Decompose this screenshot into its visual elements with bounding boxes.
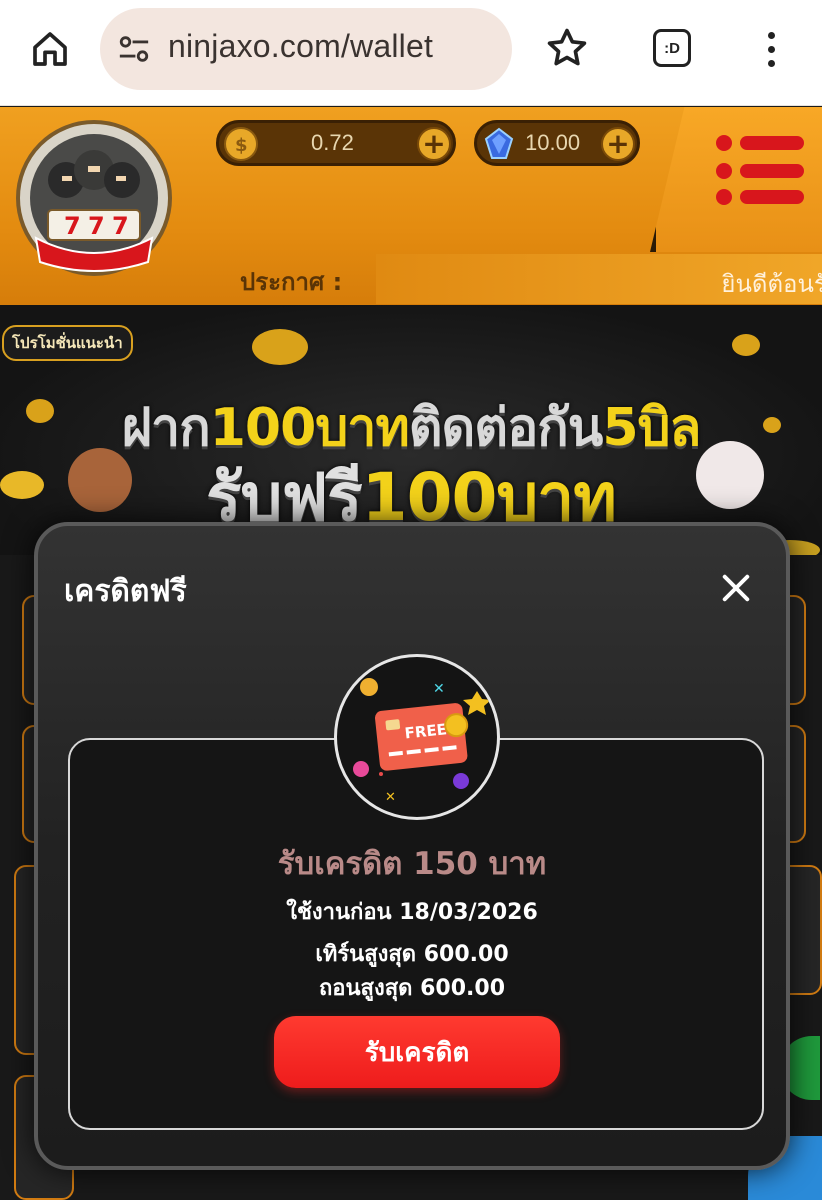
modal-title: เครดิตฟรี — [64, 574, 187, 609]
page: ninjaxo.com/wallet :D 7 7 7 $ 0.72 + 10.… — [0, 0, 822, 1200]
bookmark-button[interactable] — [540, 20, 594, 76]
home-icon — [33, 32, 67, 66]
coin-balance-pill: $ 0.72 + — [216, 120, 456, 166]
close-icon — [722, 574, 750, 602]
svg-text:7: 7 — [112, 212, 129, 240]
promo-tag: โปรโมชั่นแนะนำ — [2, 325, 133, 361]
free-card-icon: ✕ ✕ FREE — [353, 678, 491, 805]
free-credit-modal: เครดิตฟรี ✕ ✕ FREE รับเครดิต 150 บาท ใช้… — [34, 522, 790, 1170]
svg-text:7: 7 — [88, 212, 105, 240]
menu-icon[interactable] — [716, 134, 806, 206]
ninja-slot-logo[interactable]: 7 7 7 — [14, 118, 174, 278]
svg-text:7: 7 — [64, 212, 81, 240]
announcement-text: ยินดีต้อนรับ — [721, 270, 822, 298]
url-text[interactable]: ninjaxo.com/wallet — [168, 28, 433, 65]
plus-icon: + — [606, 127, 630, 160]
svg-text:✕: ✕ — [433, 681, 445, 697]
announcement-label: ประกาศ : — [240, 268, 343, 296]
gem-balance-pill: 10.00 + — [474, 120, 640, 166]
gem-add-button[interactable]: + — [601, 127, 635, 161]
coin-balance-value: 0.72 — [311, 130, 354, 155]
max-withdraw: ถอนสูงสุด 600.00 — [318, 976, 505, 1001]
tab-switcher-icon: :D — [653, 29, 691, 67]
site-info-icon[interactable] — [116, 32, 152, 66]
credit-amount: รับเครดิต 150 บาท — [277, 846, 547, 882]
tab-switcher-button[interactable]: :D — [644, 20, 700, 76]
home-button[interactable] — [22, 24, 78, 74]
plus-icon: + — [422, 127, 446, 160]
coin-add-button[interactable]: + — [417, 127, 451, 161]
svg-text:$: $ — [235, 135, 248, 156]
star-icon — [547, 28, 587, 66]
svg-text:✕: ✕ — [385, 790, 396, 805]
gem-balance-value: 10.00 — [525, 130, 581, 155]
expire-date: ใช้งานก่อน 18/03/2026 — [286, 900, 538, 925]
more-vert-icon[interactable] — [748, 22, 794, 76]
claim-credit-button[interactable]: รับเครดิต — [274, 1016, 560, 1088]
close-button[interactable] — [714, 566, 758, 610]
promo-banner[interactable]: โปรโมชั่นแนะนำ ฝาก100บาทติดต่อกัน5บิล รั… — [0, 305, 822, 555]
browser-toolbar: ninjaxo.com/wallet :D — [0, 0, 822, 106]
coin-icon: $ — [224, 127, 258, 161]
gem-icon — [484, 127, 514, 159]
announcement-marquee: ยินดีต้อนรับ — [376, 254, 822, 304]
address-bar[interactable]: ninjaxo.com/wallet — [100, 8, 512, 90]
free-credit-badge: ✕ ✕ FREE — [334, 654, 500, 820]
max-turnover: เทิร์นสูงสุด 600.00 — [315, 942, 509, 967]
